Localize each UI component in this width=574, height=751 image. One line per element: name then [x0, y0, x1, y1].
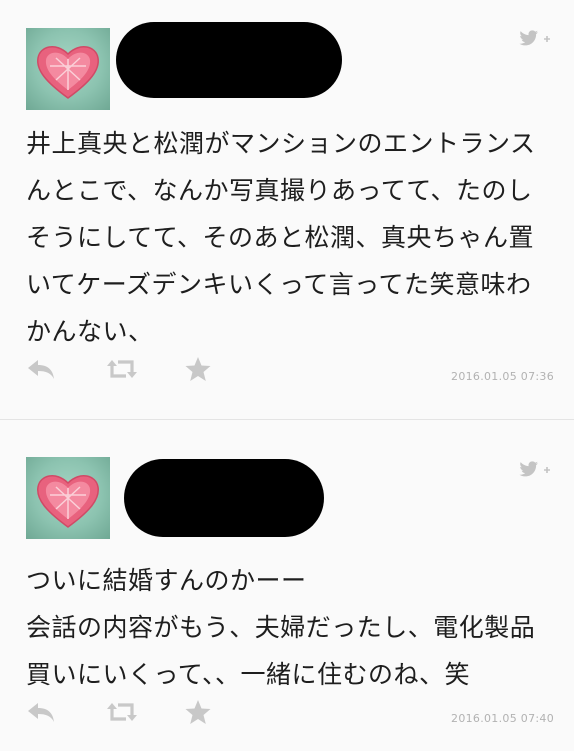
avatar[interactable]: [26, 457, 110, 539]
twitter-bird-plus-icon[interactable]: [516, 28, 552, 50]
tweet-feed: 井上真央と松潤がマンションのエントランスんとこで、なんか写真撮りあってて、たのし…: [0, 0, 574, 751]
twitter-bird-plus-icon[interactable]: [516, 459, 552, 481]
tweet-timestamp: 2016.01.05 07:36: [451, 370, 554, 383]
reply-icon[interactable]: [26, 699, 56, 725]
tweet-timestamp: 2016.01.05 07:40: [451, 712, 554, 725]
retweet-icon[interactable]: [106, 356, 138, 382]
redacted-username: [124, 459, 324, 537]
retweet-icon[interactable]: [106, 699, 138, 725]
tweet-text: 井上真央と松潤がマンションのエントランスんとこで、なんか写真撮りあってて、たのし…: [26, 129, 536, 346]
tweet-card[interactable]: ついに結婚すんのかーー 会話の内容がもう、夫婦だったし、電化製品買いにいくって、…: [0, 421, 574, 751]
tweet-text: ついに結婚すんのかーー 会話の内容がもう、夫婦だったし、電化製品買いにいくって、…: [26, 566, 536, 689]
tweet-card[interactable]: 井上真央と松潤がマンションのエントランスんとこで、なんか写真撮りあってて、たのし…: [0, 0, 574, 420]
avatar[interactable]: [26, 28, 110, 110]
redacted-username: [116, 22, 342, 98]
favorite-star-icon[interactable]: [184, 699, 212, 725]
reply-icon[interactable]: [26, 356, 56, 382]
favorite-star-icon[interactable]: [184, 356, 212, 382]
